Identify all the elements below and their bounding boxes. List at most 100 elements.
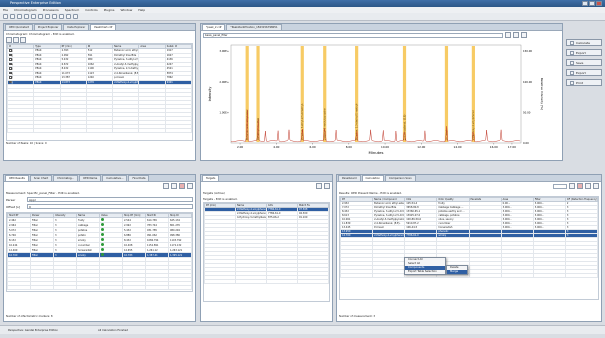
settings-icon[interactable] [66,14,71,19]
tab-3[interactable]: OED Name [79,175,102,181]
tab-0[interactable]: Panelboard [338,175,361,181]
tab-0[interactable]: OED Quickstart [5,24,33,30]
table-cell: Butanoic acid, ethyl ester [372,201,406,206]
delete-icon[interactable] [577,183,583,189]
empty-cell [164,128,192,133]
side-button-2[interactable]: Save [566,59,602,66]
status-dot-icon [101,228,104,231]
marker-table: Start RT Parser Intensity Name Value Stop RT … [7,213,192,290]
side-button-0[interactable]: Calculate [566,39,602,46]
x-tick-label: 16.00 [490,145,498,149]
open-icon[interactable] [10,14,15,19]
print-icon[interactable] [24,14,29,19]
row-number: 7 [11,76,14,80]
close-button[interactable] [596,1,602,6]
search-icon[interactable] [316,183,322,189]
parser-label: Parser [6,197,16,202]
tab-2[interactable]: Comparison Scan [384,175,416,181]
x-axis-label: Minutes [369,150,384,155]
empty-cell [564,273,598,278]
targets-panel: Targets Targets (Active) Targets - Edit … [200,174,333,322]
panel-dropdown[interactable] [553,183,567,189]
refresh-icon[interactable] [187,183,193,189]
context-submenu-item[interactable]: Merge [447,270,467,274]
delete-icon[interactable] [324,183,330,189]
empty-cell [59,128,87,133]
empty-cell [7,285,31,290]
stop-icon[interactable] [52,14,57,19]
tab-4[interactable]: Cumulative... [102,175,128,181]
chromatogram-chart[interactable]: Butanoic acid, ethyl ester Dimethyl trisu… [201,39,562,159]
side-button-label: Export [576,50,586,55]
side-button-1[interactable]: Export [566,49,602,56]
copy-icon[interactable] [163,183,169,189]
measurement-panel: OED Results Scan Chart Chromatog... OED Nam… [3,174,196,322]
tab-2[interactable]: Chromatog... [53,175,79,181]
chart-selector[interactable]: basis_panel_filter [203,32,503,38]
help-icon[interactable] [73,14,78,19]
run-icon[interactable] [45,14,50,19]
delete-icon[interactable] [179,183,185,189]
side-button-3[interactable]: Export [566,69,602,76]
tab-0[interactable]: OED Results [5,175,29,181]
row-number: 6 [11,72,14,75]
parser-field[interactable]: Appl [27,197,193,202]
redo-icon[interactable] [38,14,43,19]
save-icon[interactable] [17,14,22,19]
status-dot-icon [101,233,104,236]
left-tabstrip: OED Quickstart Project Explorer Data Explo… [4,24,195,31]
edit-icon[interactable] [171,183,177,189]
context-menu-item[interactable]: Export Table Selection [405,270,445,274]
new-icon[interactable] [3,14,8,19]
side-button-column: Calculate Export Save Export Print [566,39,602,89]
tab-3[interactable]: PeakChart.cdf [90,24,117,30]
empty-cell [168,285,192,290]
results-table: RT Name / Compound CAS Odor Quality Panelist… [340,197,598,278]
remove-icon[interactable] [13,37,19,43]
context-menu: Connect All Select All Components Export Ta… [404,257,446,275]
export-icon[interactable] [593,183,599,189]
status-dot-icon [101,238,104,241]
y2-tick-label: 100.00 [523,80,532,84]
targets-table: RT (min) Name CAS Match Fa 2-Methoxy-4-vinyl… [204,203,329,284]
filter-icon[interactable] [20,37,26,43]
empty-cell [112,128,140,133]
dropdown-icon[interactable] [505,32,511,38]
tab-5[interactable]: Final Data [128,175,150,181]
side-button-label: Calculate [576,40,591,45]
tab-1[interactable]: Calculation [361,175,384,181]
empty-row [204,279,329,284]
add-icon[interactable] [569,183,575,189]
tab-1[interactable]: *PeakIdentification_1563156798051 [226,24,282,30]
tab-2[interactable]: Data Explorer [63,24,90,30]
status-dot-icon [101,243,104,246]
add-icon[interactable] [6,37,12,43]
zoom-icon[interactable] [513,32,519,38]
maximize-button[interactable] [589,1,595,6]
marker-count: Number of olfactometric markers: 8 [6,315,53,318]
tab-targets[interactable]: Targets [202,175,220,181]
row-number: 8 [11,81,14,84]
settings-icon[interactable] [585,183,591,189]
button-icon [570,50,574,55]
empty-cell [33,128,61,133]
app-title: Perspective Enterprise Edition [10,1,61,5]
table-cell: 2-Methoxy-4-vinylphenol [235,207,267,212]
empty-cell [145,285,169,290]
settings-icon[interactable] [521,32,527,38]
zoom-icon[interactable] [59,14,64,19]
offset-field[interactable]: 0 [27,204,193,209]
tab-1[interactable]: Scan Chart [29,175,53,181]
table-cell: 2,4-Nonadienal, (E,E)- [372,221,406,226]
tab-0[interactable]: *peak_2.cdf [202,24,226,30]
tab-1[interactable]: Project Explorer [33,24,63,30]
peak-count: Number of Peaks: 10 | Scans: 0 [6,142,47,145]
column-header[interactable]: OF (Detection Frequency) [564,197,598,202]
side-button-label: Print [576,80,583,85]
side-button-4[interactable]: Print [566,79,602,86]
y-tick-label: 3.00E+ [219,49,229,53]
empty-cell [85,128,114,133]
undo-icon[interactable] [31,14,36,19]
minimize-button[interactable] [582,1,588,6]
empty-cell [76,285,100,290]
